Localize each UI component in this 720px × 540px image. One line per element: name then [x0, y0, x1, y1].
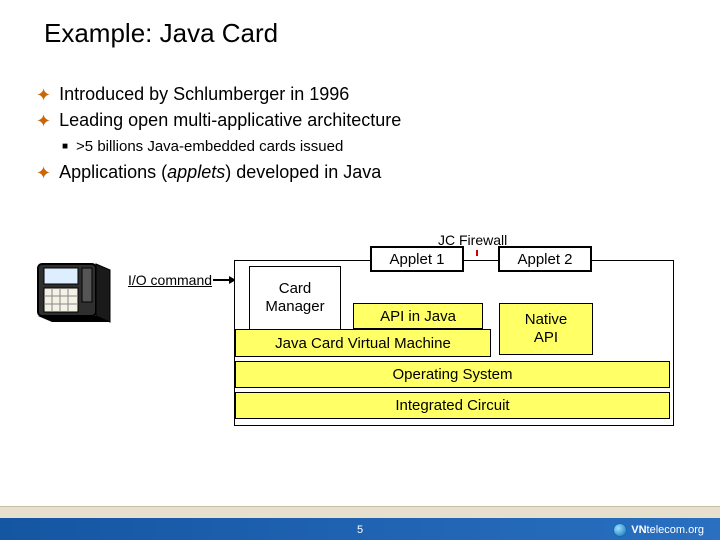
square-icon: ■: [62, 138, 68, 156]
bullet-item: ✦ Introduced by Schlumberger in 1996: [36, 84, 690, 106]
brand-logo: VNtelecom.org: [613, 523, 704, 537]
arrow-icon: [213, 279, 235, 281]
slide: Example: Java Card ✦ Introduced by Schlu…: [0, 0, 720, 540]
applet2-box: Applet 2: [498, 246, 592, 272]
applet1-box: Applet 1: [370, 246, 464, 272]
architecture-diagram: JC Firewall I/O command Card Manager API…: [40, 232, 680, 432]
star-icon: ✦: [36, 84, 51, 106]
text-fragment: ) developed in Java: [225, 162, 381, 182]
io-command-label: I/O command: [128, 272, 212, 288]
footer-divider: [0, 506, 720, 518]
page-number: 5: [0, 524, 720, 536]
logo-brand: VN: [631, 524, 646, 536]
card-manager-box: Card Manager: [249, 266, 341, 330]
text-emphasis: applets: [167, 162, 225, 182]
bullet-item: ✦ Leading open multi-applicative archite…: [36, 110, 690, 132]
smart-card: Card Manager API in Java Native API Java…: [234, 246, 674, 426]
sub-bullet-item: ■ >5 billions Java-embedded cards issued: [62, 138, 690, 156]
bullet-item: ✦ Applications (applets) developed in Ja…: [36, 162, 690, 184]
bullet-text: Introduced by Schlumberger in 1996: [59, 84, 349, 105]
bullet-text: Applications (applets) developed in Java: [59, 162, 381, 183]
slide-title: Example: Java Card: [44, 18, 278, 49]
globe-icon: [613, 523, 627, 537]
bullet-text: Leading open multi-applicative architect…: [59, 110, 401, 131]
jcvm-box: Java Card Virtual Machine: [235, 329, 491, 357]
content-area: ✦ Introduced by Schlumberger in 1996 ✦ L…: [36, 80, 690, 188]
star-icon: ✦: [36, 162, 51, 184]
terminal-icon: [32, 258, 118, 333]
footer: 5 VNtelecom.org: [0, 502, 720, 540]
card-frame: Card Manager API in Java Native API Java…: [234, 260, 674, 426]
text-fragment: Applications (: [59, 162, 167, 182]
logo-domain: telecom.org: [647, 524, 704, 536]
sub-bullet-text: >5 billions Java-embedded cards issued: [76, 138, 343, 155]
native-api-box: Native API: [499, 303, 593, 355]
os-box: Operating System: [235, 361, 670, 388]
star-icon: ✦: [36, 110, 51, 132]
api-java-box: API in Java: [353, 303, 483, 329]
ic-box: Integrated Circuit: [235, 392, 670, 419]
logo-text: VNtelecom.org: [631, 524, 704, 536]
